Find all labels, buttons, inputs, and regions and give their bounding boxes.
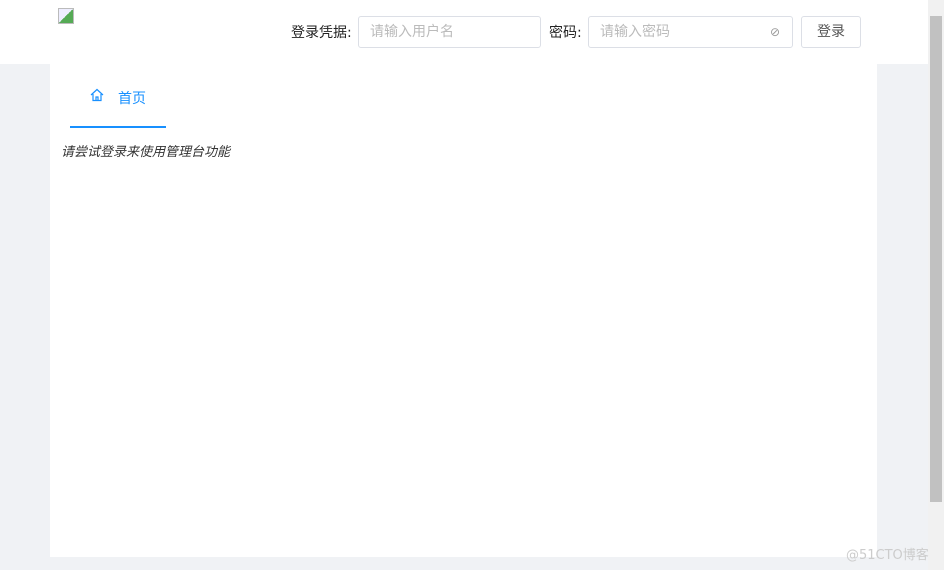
scrollbar-thumb[interactable]: [930, 16, 942, 502]
content-panel: 首页 请尝试登录来使用管理台功能: [50, 64, 877, 557]
header: 登录凭据: 请输入用户名 密码: 请输入密码 ⊘ 登录: [0, 0, 928, 64]
tab-label: 首页: [118, 91, 146, 107]
password-label: 密码:: [549, 25, 582, 41]
username-input[interactable]: 请输入用户名: [358, 16, 541, 48]
credential-label: 登录凭据:: [291, 25, 352, 41]
login-hint: 请尝试登录来使用管理台功能: [61, 145, 231, 160]
password-placeholder: 请输入密码: [600, 24, 670, 40]
scrollbar[interactable]: [928, 0, 944, 570]
login-button[interactable]: 登录: [801, 16, 861, 48]
logo-broken-image: [58, 8, 74, 24]
eye-off-icon[interactable]: ⊘: [770, 17, 780, 47]
password-input[interactable]: 请输入密码 ⊘: [588, 16, 793, 48]
home-icon: [90, 88, 104, 102]
username-placeholder: 请输入用户名: [370, 24, 454, 40]
tab-home[interactable]: 首页: [70, 64, 166, 128]
watermark: @51CTO博客: [846, 548, 929, 563]
